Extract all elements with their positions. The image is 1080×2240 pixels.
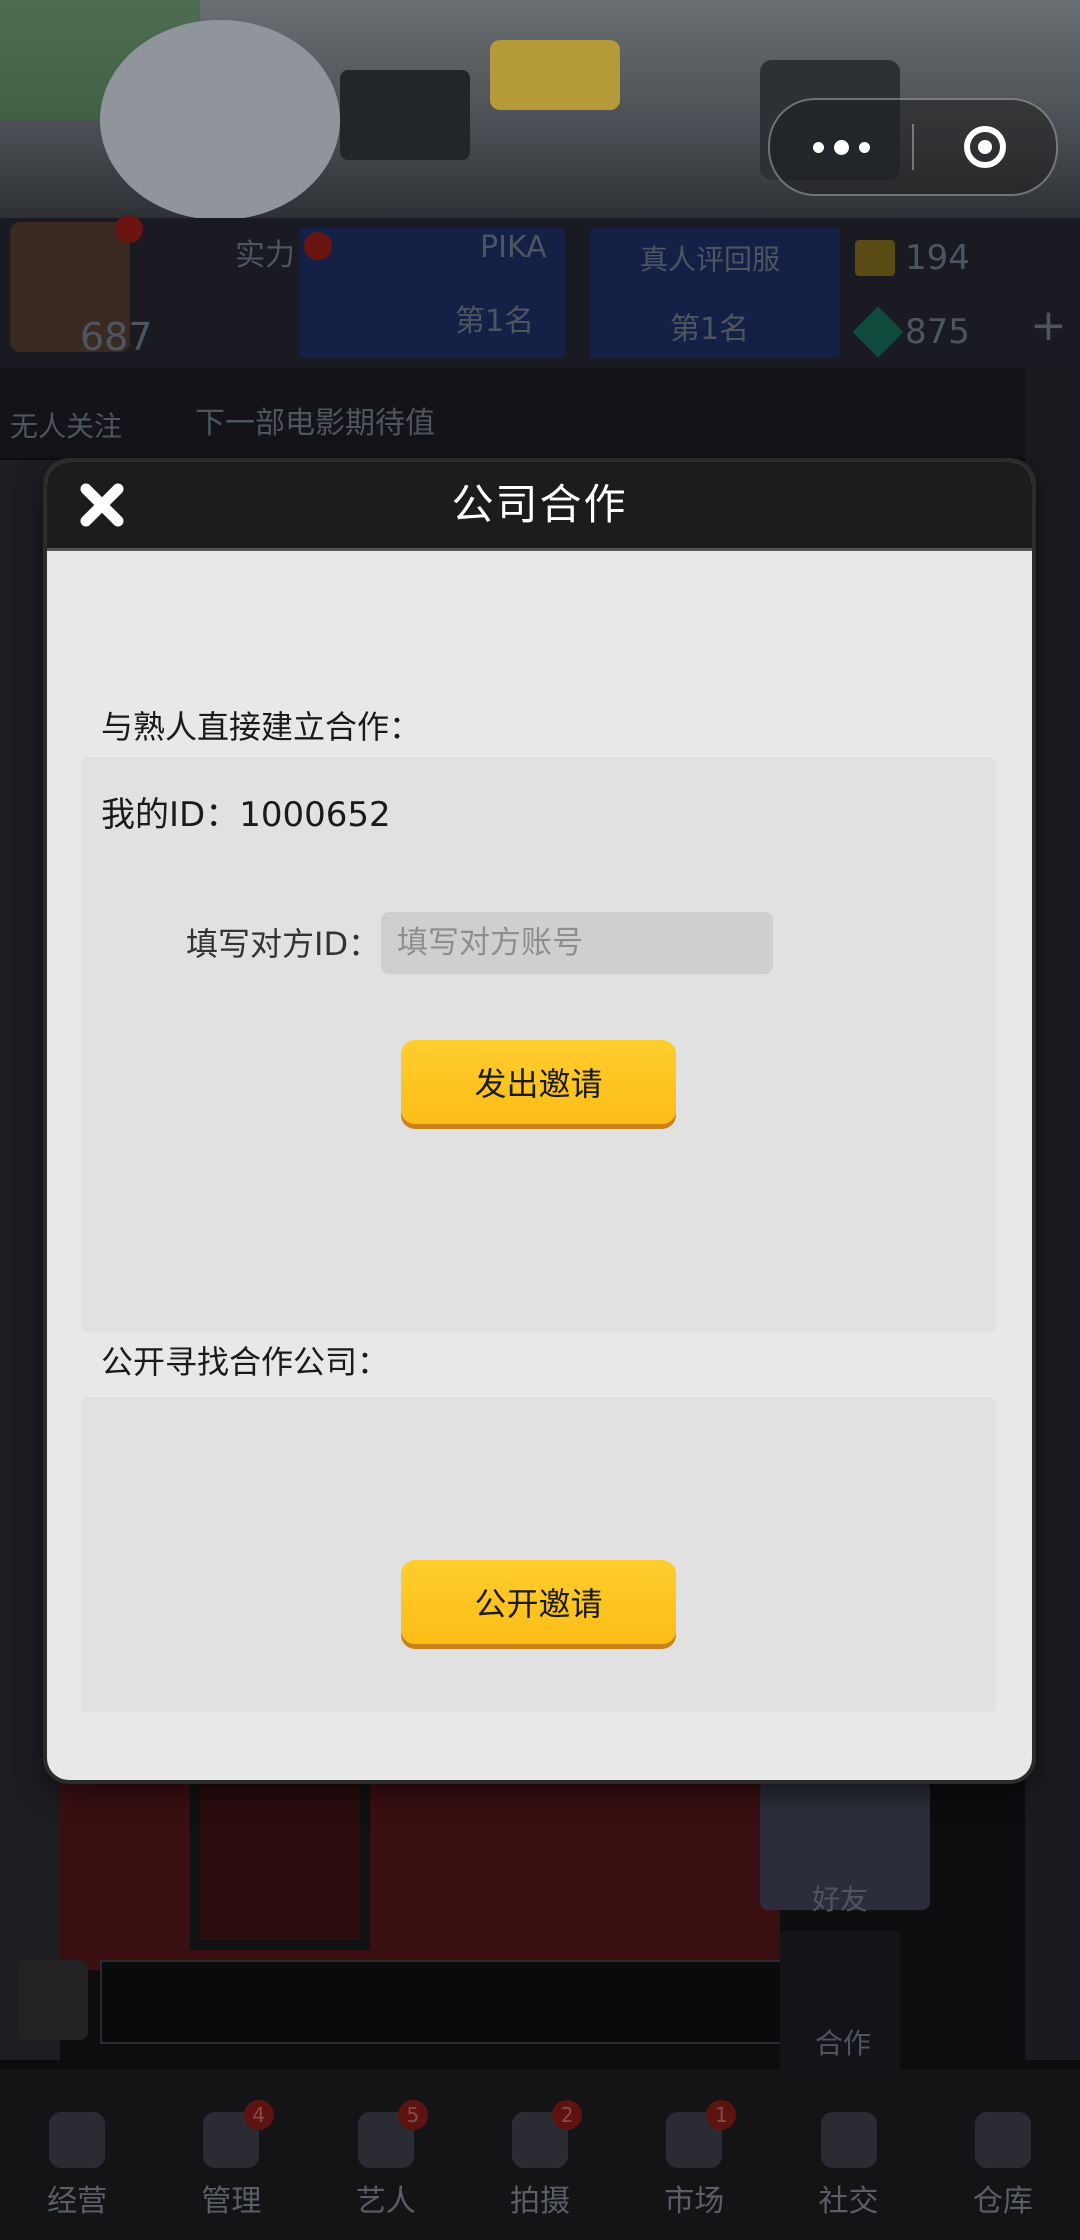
rank-server: 真人评回服	[640, 243, 781, 276]
company-cooperation-dialog: 公司合作 与熟人直接建立合作： 我的ID：1000652 填写对方ID： 发出邀…	[47, 462, 1032, 1780]
nav-item-artists[interactable]: 5 艺人	[309, 2070, 463, 2240]
nav-item-business[interactable]: 经营	[0, 2070, 154, 2240]
player-score: 687	[80, 315, 153, 359]
warehouse-icon	[974, 2112, 1031, 2168]
nav-item-management[interactable]: 4 管理	[154, 2070, 308, 2240]
strength-label: 实力	[235, 238, 295, 273]
cooperation-button[interactable]: 合作	[780, 1930, 900, 2080]
my-id-row: 我的ID：1000652	[101, 787, 391, 836]
rank-box-1: PIKA 第1名	[300, 228, 565, 358]
direct-cooperation-label: 与熟人直接建立合作：	[101, 708, 422, 746]
stage-area	[60, 1780, 780, 1970]
gold-coin-icon	[855, 240, 895, 276]
chat-icon[interactable]	[18, 1960, 88, 2040]
nav-item-market[interactable]: 1 市场	[617, 2070, 771, 2240]
info-row	[0, 368, 1080, 458]
rank-2: 第1名	[670, 312, 750, 347]
direct-cooperation-card: 我的ID：1000652 填写对方ID： 发出邀请	[81, 757, 996, 1332]
dialog-title: 公司合作	[451, 480, 628, 529]
more-dots-icon[interactable]	[770, 100, 912, 194]
send-invite-button[interactable]: 发出邀请	[401, 1040, 676, 1124]
social-icon	[820, 2112, 877, 2168]
friends-label: 好友	[812, 1883, 869, 1916]
cooperation-label: 合作	[815, 2027, 872, 2060]
nav-item-shooting[interactable]: 2 拍摄	[463, 2070, 617, 2240]
gold-value: 194	[905, 238, 970, 278]
chat-input[interactable]	[100, 1960, 784, 2044]
bottom-navigation: 经营 4 管理 5 艺人 2 拍摄 1 市场 社交 仓库	[0, 2070, 1080, 2240]
nav-item-warehouse[interactable]: 仓库	[926, 2070, 1080, 2240]
business-icon	[49, 2112, 106, 2168]
plus-icon[interactable]: +	[1030, 300, 1067, 351]
stage-frame	[190, 1760, 370, 1950]
dialog-header: 公司合作	[47, 462, 1032, 551]
friends-button[interactable]: 好友	[760, 1780, 930, 1916]
badge-dot	[115, 215, 143, 243]
diamond-value: 875	[905, 312, 970, 352]
rank-1: 第1名	[455, 304, 535, 339]
target-id-input[interactable]	[381, 912, 773, 974]
my-id-value: 1000652	[239, 795, 391, 835]
right-side-panel	[1025, 360, 1080, 2060]
miniprogram-capsule	[768, 98, 1058, 196]
rank-name: PIKA	[480, 230, 547, 265]
rank-box-2: 真人评回服 第1名	[590, 228, 840, 358]
nav-item-social[interactable]: 社交	[771, 2070, 925, 2240]
target-id-label: 填写对方ID：	[186, 925, 381, 963]
movie-status: 下一部电影期待值	[195, 406, 435, 441]
public-cooperation-label: 公开寻找合作公司：	[101, 1343, 390, 1381]
my-id-label: 我的ID：	[101, 795, 240, 835]
public-invite-button[interactable]: 公开邀请	[401, 1560, 676, 1644]
target-close-icon[interactable]	[914, 100, 1056, 194]
follow-label: 无人关注	[10, 410, 123, 443]
public-cooperation-card: 公开邀请	[81, 1397, 996, 1712]
